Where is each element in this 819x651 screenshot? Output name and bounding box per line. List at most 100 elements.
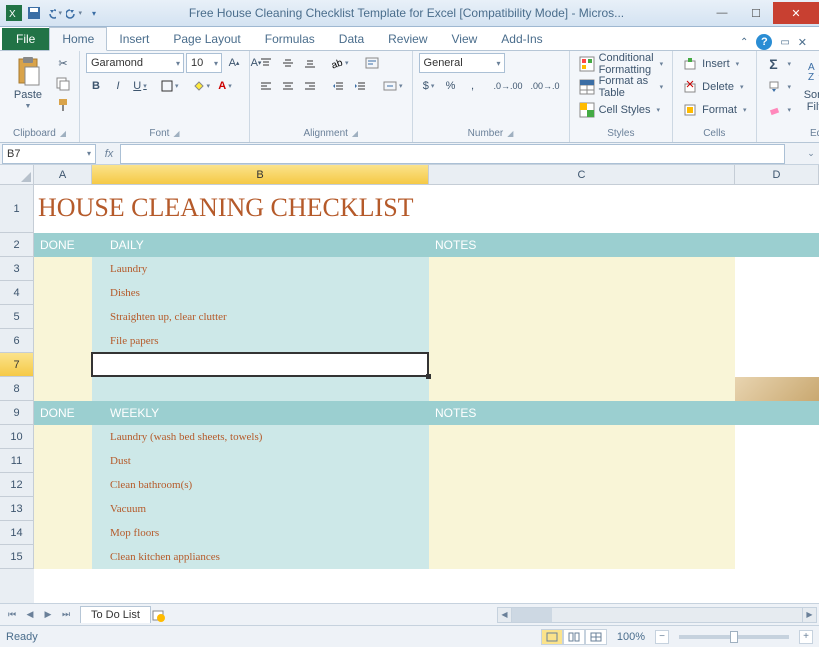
- tab-home[interactable]: Home: [49, 27, 107, 51]
- percent-button[interactable]: %: [441, 76, 461, 96]
- align-left-button[interactable]: [256, 76, 276, 96]
- bold-button[interactable]: B: [86, 76, 106, 96]
- align-top-button[interactable]: [256, 53, 276, 73]
- scroll-left-icon[interactable]: ◀: [498, 608, 512, 622]
- underline-button[interactable]: U: [130, 76, 150, 96]
- increase-decimal-button[interactable]: .0→.00: [491, 76, 526, 96]
- grow-font-button[interactable]: A▴: [224, 53, 244, 73]
- col-header-a[interactable]: A: [34, 165, 92, 184]
- italic-button[interactable]: I: [108, 76, 128, 96]
- cells-area[interactable]: HOUSE CLEANING CHECKLIST DONE DAILY NOTE…: [34, 185, 819, 603]
- tab-page-layout[interactable]: Page Layout: [161, 28, 252, 50]
- row-header-3[interactable]: 3: [0, 257, 34, 281]
- scroll-thumb[interactable]: [512, 608, 552, 622]
- name-box[interactable]: B7: [2, 144, 96, 164]
- sheet-tab-active[interactable]: To Do List: [80, 606, 151, 623]
- close-workbook-icon[interactable]: ✕: [798, 36, 807, 49]
- accounting-format-button[interactable]: $: [419, 76, 439, 96]
- qat-customize-icon[interactable]: ▾: [86, 5, 102, 21]
- row-header-7[interactable]: 7: [0, 353, 34, 377]
- cut-button[interactable]: ✂: [53, 53, 73, 73]
- zoom-thumb[interactable]: [730, 631, 738, 643]
- orientation-button[interactable]: ab: [328, 53, 352, 73]
- paste-button[interactable]: Paste ▼: [6, 53, 50, 110]
- font-color-button[interactable]: A: [215, 76, 235, 96]
- border-button[interactable]: [158, 76, 182, 96]
- row-header-2[interactable]: 2: [0, 233, 34, 257]
- sheet-nav-prev[interactable]: ◀: [22, 607, 38, 623]
- row-header-1[interactable]: 1: [0, 185, 34, 233]
- undo-icon[interactable]: [46, 5, 62, 21]
- page-break-view-button[interactable]: [585, 629, 607, 645]
- copy-button[interactable]: [53, 74, 73, 94]
- zoom-out-button[interactable]: −: [655, 630, 669, 644]
- tab-data[interactable]: Data: [327, 28, 376, 50]
- format-as-table-button[interactable]: Format as Table: [576, 76, 667, 98]
- align-right-button[interactable]: [300, 76, 320, 96]
- conditional-formatting-button[interactable]: Conditional Formatting: [576, 53, 667, 75]
- zoom-slider[interactable]: [679, 635, 789, 639]
- zoom-level[interactable]: 100%: [617, 631, 645, 643]
- autosum-button[interactable]: Σ: [763, 53, 795, 75]
- col-header-d[interactable]: D: [735, 165, 819, 184]
- save-icon[interactable]: [26, 5, 42, 21]
- fill-handle[interactable]: [426, 374, 431, 379]
- formula-input[interactable]: [120, 144, 785, 164]
- new-sheet-button[interactable]: [151, 608, 171, 622]
- help-icon[interactable]: ?: [756, 34, 772, 50]
- tab-formulas[interactable]: Formulas: [253, 28, 327, 50]
- align-middle-button[interactable]: [278, 53, 298, 73]
- redo-icon[interactable]: [66, 5, 82, 21]
- clear-button[interactable]: [763, 99, 795, 121]
- cell-styles-button[interactable]: Cell Styles: [576, 99, 667, 121]
- row-header-14[interactable]: 14: [0, 521, 34, 545]
- decrease-decimal-button[interactable]: .00→.0: [528, 76, 563, 96]
- insert-cells-button[interactable]: Insert: [679, 53, 749, 75]
- minimize-button[interactable]: —: [705, 2, 739, 24]
- restore-window-icon[interactable]: ▭: [780, 37, 789, 48]
- page-layout-view-button[interactable]: [563, 629, 585, 645]
- merge-center-button[interactable]: [380, 76, 406, 96]
- row-header-12[interactable]: 12: [0, 473, 34, 497]
- tab-insert[interactable]: Insert: [107, 28, 161, 50]
- increase-indent-button[interactable]: [350, 76, 370, 96]
- align-bottom-button[interactable]: [300, 53, 320, 73]
- comma-button[interactable]: ,: [463, 76, 483, 96]
- tab-view[interactable]: View: [440, 28, 490, 50]
- sheet-nav-next[interactable]: ▶: [40, 607, 56, 623]
- minimize-ribbon-icon[interactable]: ⌃: [740, 37, 748, 48]
- row-header-8[interactable]: 8: [0, 377, 34, 401]
- alignment-dialog-launcher[interactable]: ◢: [352, 129, 358, 138]
- tab-addins[interactable]: Add-Ins: [489, 28, 554, 50]
- horizontal-scrollbar[interactable]: ◀ ▶: [497, 607, 817, 623]
- scroll-right-icon[interactable]: ▶: [802, 608, 816, 622]
- maximize-button[interactable]: ☐: [739, 2, 773, 24]
- row-header-4[interactable]: 4: [0, 281, 34, 305]
- fill-button[interactable]: [763, 76, 795, 98]
- align-center-button[interactable]: [278, 76, 298, 96]
- delete-cells-button[interactable]: Delete: [679, 76, 749, 98]
- font-dialog-launcher[interactable]: ◢: [173, 129, 179, 138]
- row-header-10[interactable]: 10: [0, 425, 34, 449]
- fx-button[interactable]: fx: [98, 148, 120, 160]
- row-header-6[interactable]: 6: [0, 329, 34, 353]
- row-header-9[interactable]: 9: [0, 401, 34, 425]
- fill-color-button[interactable]: [190, 76, 214, 96]
- row-header-13[interactable]: 13: [0, 497, 34, 521]
- number-dialog-launcher[interactable]: ◢: [507, 129, 513, 138]
- select-all-corner[interactable]: [0, 165, 34, 184]
- font-name-combo[interactable]: Garamond: [86, 53, 184, 73]
- sheet-nav-first[interactable]: ⏮: [4, 607, 20, 623]
- sheet-nav-last[interactable]: ⏭: [58, 607, 74, 623]
- col-header-b[interactable]: B: [92, 165, 429, 184]
- tab-review[interactable]: Review: [376, 28, 439, 50]
- decrease-indent-button[interactable]: [328, 76, 348, 96]
- row-header-15[interactable]: 15: [0, 545, 34, 569]
- file-tab[interactable]: File: [2, 28, 49, 50]
- zoom-in-button[interactable]: +: [799, 630, 813, 644]
- font-size-combo[interactable]: 10: [186, 53, 222, 73]
- row-header-5[interactable]: 5: [0, 305, 34, 329]
- normal-view-button[interactable]: [541, 629, 563, 645]
- format-cells-button[interactable]: Format: [679, 99, 749, 121]
- format-painter-button[interactable]: [53, 95, 73, 115]
